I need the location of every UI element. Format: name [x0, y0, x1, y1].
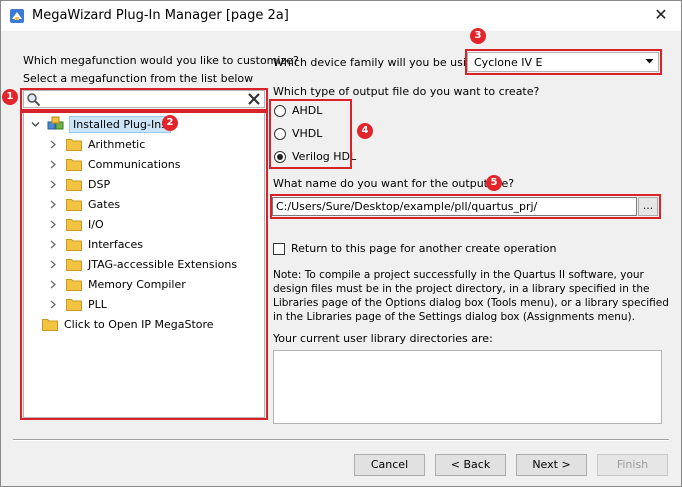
back-button[interactable]: < Back: [435, 454, 506, 476]
output-file-field[interactable]: [272, 197, 637, 216]
folder-icon: [66, 298, 82, 311]
tree-item-label: PLL: [88, 297, 107, 311]
callout-badge-4: 4: [357, 123, 373, 139]
tree-item-label: Click to Open IP MegaStore: [64, 317, 214, 331]
tree-item-dsp[interactable]: DSP: [48, 175, 110, 193]
tree-item-label: Arithmetic: [88, 137, 146, 151]
callout-badge-3: 3: [470, 28, 486, 44]
close-icon[interactable]: ✕: [651, 5, 671, 25]
return-checkbox-label: Return to this page for another create o…: [291, 242, 557, 255]
chevron-right-icon[interactable]: [48, 235, 58, 253]
window-title: MegaWizard Plug-In Manager [page 2a]: [32, 8, 289, 23]
megafunction-question: Which megafunction would you like to cus…: [23, 54, 299, 67]
folder-icon: [66, 258, 82, 271]
chevron-right-icon[interactable]: [48, 175, 58, 193]
libdirs-list[interactable]: [273, 350, 662, 424]
tree-item-memory-compiler[interactable]: Memory Compiler: [48, 275, 186, 293]
tree-root-label: Installed Plug-Ins: [69, 115, 171, 133]
folder-icon: [66, 158, 82, 171]
tree-item-label: I/O: [88, 217, 104, 231]
radio-button[interactable]: [274, 104, 286, 117]
title-bar: MegaWizard Plug-In Manager [page 2a] ✕: [1, 1, 681, 31]
cancel-button[interactable]: Cancel: [354, 454, 425, 476]
search-icon: [27, 93, 41, 107]
megawizard-app-icon: [10, 9, 24, 23]
browse-button[interactable]: ...: [638, 197, 658, 216]
chevron-right-icon[interactable]: [48, 275, 58, 293]
megafunction-search-box[interactable]: [23, 90, 265, 108]
radio-button[interactable]: [274, 127, 286, 140]
return-checkbox[interactable]: [273, 243, 285, 255]
megafunction-tree[interactable]: Installed Plug-Ins Arithmetic Communicat…: [23, 111, 265, 418]
plugins-icon: [47, 116, 64, 130]
radio-verilog-hdl[interactable]: Verilog HDL: [274, 150, 356, 163]
tree-item-gates[interactable]: Gates: [48, 195, 120, 213]
callout-badge-5: 5: [486, 175, 502, 191]
chevron-right-icon[interactable]: [48, 195, 58, 213]
device-family-question: Which device family will you be using?: [273, 56, 486, 69]
tree-item-label: Communications: [88, 157, 181, 171]
chevron-right-icon[interactable]: [48, 295, 58, 313]
tree-item-pll[interactable]: PLL: [48, 295, 107, 313]
radio-vhdl[interactable]: VHDL: [274, 127, 322, 140]
callout-badge-1: 1: [2, 89, 18, 105]
footer-divider: [13, 439, 669, 441]
tree-item-label: DSP: [88, 177, 111, 191]
tree-item-jtag[interactable]: JTAG-accessible Extensions: [48, 255, 237, 273]
libdirs-label: Your current user library directories ar…: [273, 332, 493, 345]
output-file-input[interactable]: [276, 199, 631, 214]
clear-search-icon[interactable]: [247, 92, 261, 106]
tree-item-label: JTAG-accessible Extensions: [88, 257, 238, 271]
device-family-select[interactable]: Cyclone IV E: [467, 52, 659, 72]
folder-icon: [66, 278, 82, 291]
folder-icon: [66, 198, 82, 211]
tree-item-communications[interactable]: Communications: [48, 155, 180, 173]
radio-ahdl[interactable]: AHDL: [274, 104, 322, 117]
tree-item-interfaces[interactable]: Interfaces: [48, 235, 143, 253]
tree-item-label: Gates: [88, 197, 121, 211]
finish-button[interactable]: Finish: [597, 454, 668, 476]
output-type-question: Which type of output file do you want to…: [273, 85, 540, 98]
radio-label: AHDL: [292, 104, 323, 117]
tree-root-installed-plugins[interactable]: Installed Plug-Ins: [30, 115, 171, 133]
radio-label: Verilog HDL: [292, 150, 357, 163]
tree-item-label: Memory Compiler: [88, 277, 186, 291]
radio-button[interactable]: [274, 150, 286, 163]
chevron-right-icon[interactable]: [48, 215, 58, 233]
folder-icon: [66, 178, 82, 191]
callout-badge-2: 2: [162, 115, 178, 131]
radio-label: VHDL: [292, 127, 323, 140]
wizard-window: MegaWizard Plug-In Manager [page 2a] ✕ W…: [0, 0, 682, 487]
folder-icon: [42, 318, 58, 331]
chevron-right-icon[interactable]: [48, 255, 58, 273]
next-button[interactable]: Next >: [516, 454, 587, 476]
folder-icon: [66, 138, 82, 151]
folder-icon: [66, 218, 82, 231]
megafunction-instruction: Select a megafunction from the list belo…: [23, 72, 254, 85]
tree-item-megastore[interactable]: Click to Open IP MegaStore: [28, 315, 214, 333]
tree-item-label: Interfaces: [88, 237, 143, 251]
tree-item-arithmetic[interactable]: Arithmetic: [48, 135, 145, 153]
device-family-value: Cyclone IV E: [474, 56, 543, 69]
output-name-question: What name do you want for the output fil…: [273, 177, 515, 190]
chevron-down-icon[interactable]: [30, 115, 40, 133]
compile-note: Note: To compile a project successfully …: [273, 269, 669, 323]
chevron-right-icon[interactable]: [48, 135, 58, 153]
dropdown-arrow-icon[interactable]: [645, 55, 654, 70]
search-input[interactable]: [44, 92, 244, 106]
tree-item-io[interactable]: I/O: [48, 215, 104, 233]
chevron-right-icon[interactable]: [48, 155, 58, 173]
folder-icon: [66, 238, 82, 251]
